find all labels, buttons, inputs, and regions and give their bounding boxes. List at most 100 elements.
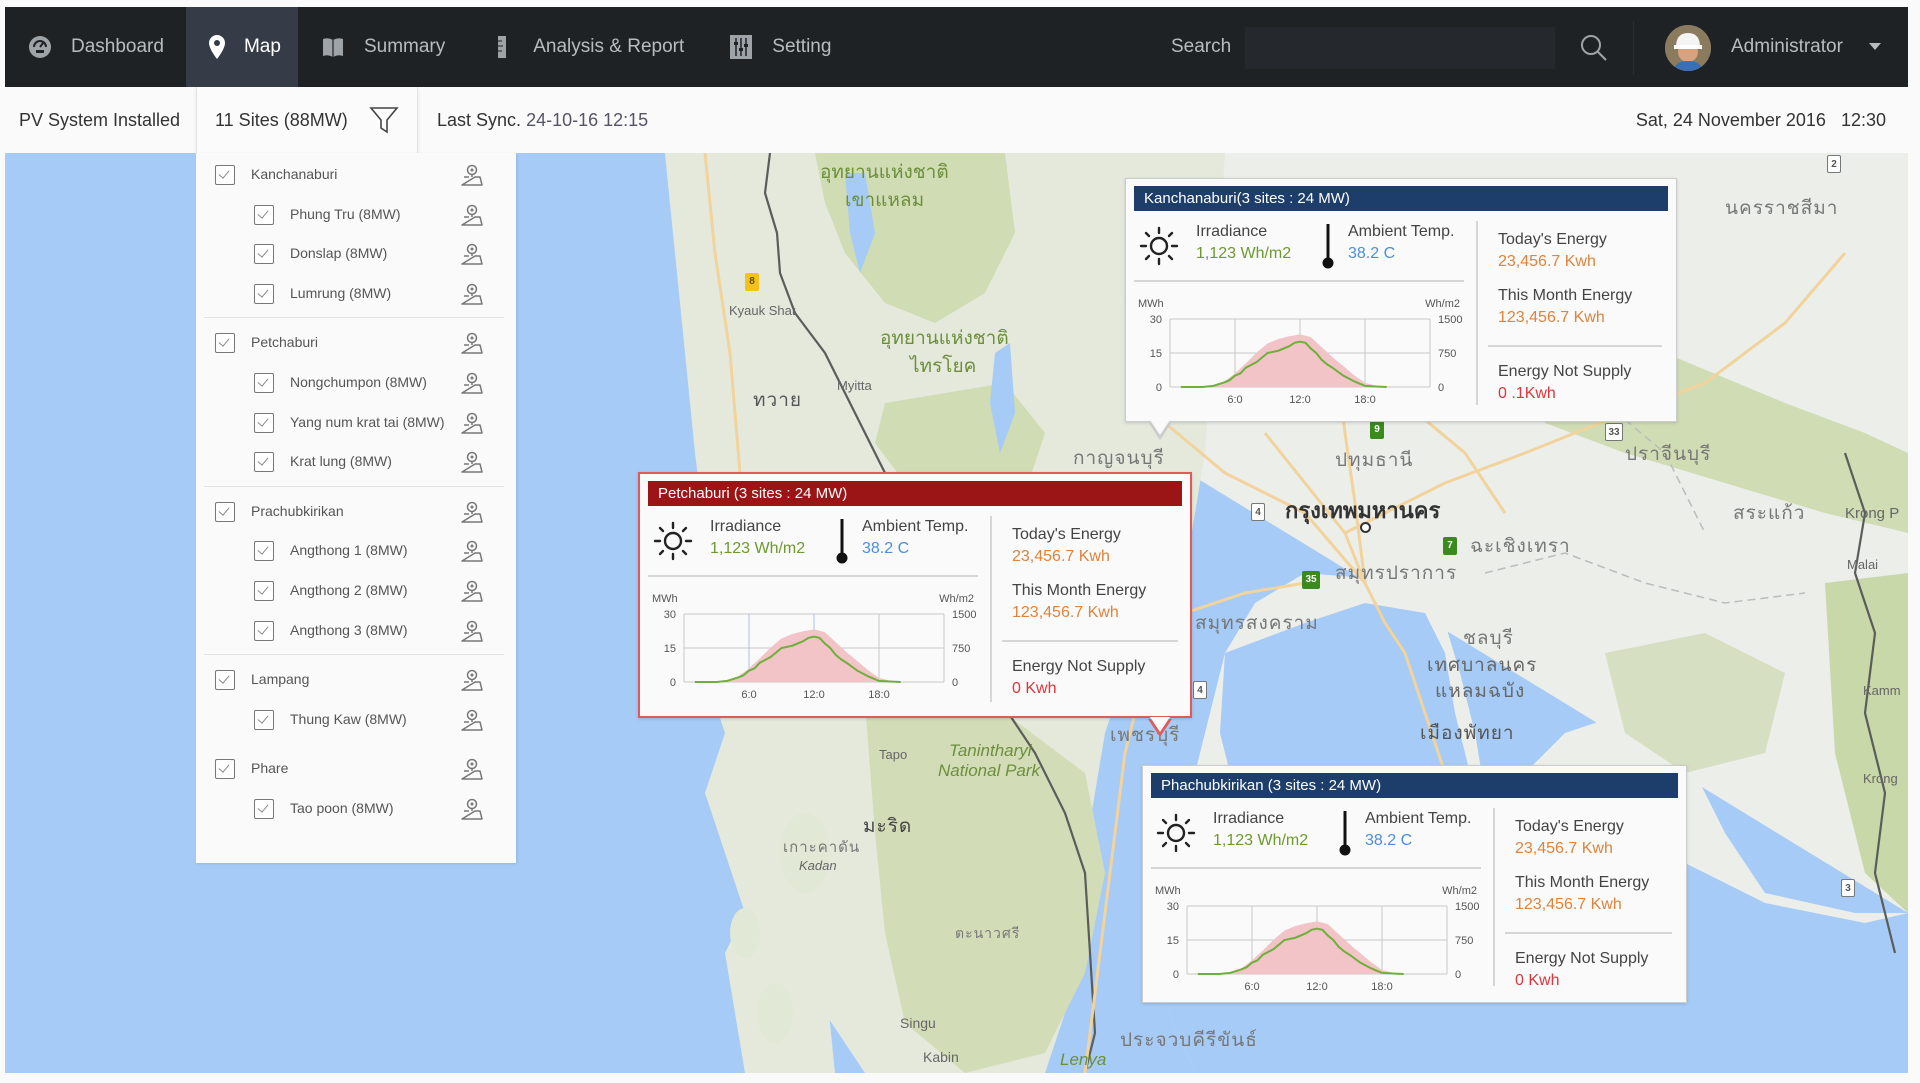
region-checkbox[interactable] [215,670,235,691]
sites-dropdown[interactable]: 11 Sites (88MW) [196,87,418,153]
x-tick-label: 18:0 [1354,394,1375,406]
sites-count: 11 Sites (88MW) [215,110,348,130]
region-row[interactable]: Lampang [196,660,516,700]
site-checkbox[interactable] [254,581,274,601]
map-locate-icon[interactable] [460,371,484,395]
road-shield: 33 [1605,423,1623,441]
month-energy-value: 123,456.7 Kwh [1515,896,1622,913]
map-locate-icon[interactable] [460,539,484,563]
nav-item-analysis-report[interactable]: Analysis & Report [467,7,706,87]
site-name: Yang num krat tai (8MW) [290,413,445,430]
divider [990,516,992,702]
map-label: ตะนาวศรี [955,925,1021,941]
current-date: Sat, 24 November 2016 [1635,110,1826,130]
site-checkbox[interactable] [254,373,274,393]
map-locate-icon[interactable] [460,579,484,603]
popup-kanchanaburi[interactable]: Kanchanaburi(3 sites : 24 MW) Irradiance… [1125,178,1677,440]
nav-label: Dashboard [71,36,164,57]
nav-item-dashboard[interactable]: Dashboard [5,7,186,87]
site-row[interactable]: Thung Kaw (8MW) [196,700,516,740]
site-row[interactable]: Yang num krat tai (8MW) [196,403,516,443]
map-pin-icon [208,34,226,60]
x-tick-label: 6:0 [1227,394,1242,406]
filter-icon[interactable] [369,106,399,134]
site-row[interactable]: Tao poon (8MW) [196,789,516,829]
map-locate-icon[interactable] [460,708,484,732]
divider [648,575,978,577]
region-row[interactable]: Prachubkirikan [196,492,516,532]
map-locate-icon[interactable] [460,242,484,266]
region-checkbox[interactable] [215,165,235,185]
sun-icon [653,521,693,561]
site-row[interactable]: Angthong 3 (8MW) [196,611,516,651]
nav-item-setting[interactable]: Setting [706,7,853,87]
nav-item-summary[interactable]: Summary [298,7,467,87]
divider [204,485,504,487]
region-row[interactable]: Phare [196,749,516,789]
region-checkbox[interactable] [215,759,235,780]
site-row[interactable]: Donslap (8MW) [196,234,516,274]
site-row[interactable]: Nongchumpon (8MW) [196,363,516,403]
popup-petchaburi[interactable]: Petchaburi (3 sites : 24 MW) Irradiance … [638,472,1192,737]
site-checkbox[interactable] [254,244,274,265]
map-label: Krong [1863,771,1898,786]
popup-pointer-fill [1150,717,1170,732]
map-locate-icon[interactable] [460,797,484,821]
caret-down-icon[interactable] [1869,43,1881,50]
map-label: Singu [900,1015,936,1031]
site-row[interactable]: Lumrung (8MW) [196,274,516,314]
user-name[interactable]: Administrator [1731,7,1843,87]
nav-item-map[interactable]: Map [185,7,298,87]
site-checkbox[interactable] [254,204,274,225]
map-locate-icon[interactable] [460,331,484,355]
site-checkbox[interactable] [254,620,274,641]
map-locate-icon[interactable] [460,668,484,692]
pv-system-label: PV System Installed [19,110,181,130]
site-checkbox[interactable] [254,412,274,433]
map-label: Lenya [1060,1050,1107,1069]
road-shield: 7 [1443,537,1457,555]
divider [1505,932,1672,934]
site-row[interactable]: Phung Tru (8MW) [196,195,516,235]
site-checkbox[interactable] [254,709,274,730]
site-checkbox[interactable] [254,452,274,473]
site-checkbox[interactable] [254,799,274,819]
map-locate-icon[interactable] [460,203,484,227]
region-row[interactable]: Kanchanaburi [196,155,516,195]
map-label: สมุทรสงคราม [1195,613,1319,634]
todays-energy-value: 23,456.7 Kwh [1498,253,1596,270]
search-input[interactable] [1245,27,1555,69]
popup-title: Phachubkirikan (3 sites : 24 MW) [1151,773,1678,798]
region-checkbox[interactable] [215,333,235,354]
map-locate-icon[interactable] [460,500,484,524]
map-label: Kamm [1863,683,1901,698]
avatar[interactable] [1665,25,1711,71]
site-list-panel: Kanchanaburi Phung Tru (8MW) Donslap (8MW)… [196,153,516,863]
site-name: Nongchumpon (8MW) [290,374,427,390]
map-locate-icon[interactable] [460,411,484,435]
y-tick-label: 15 [664,643,676,655]
map-locate-icon[interactable] [460,757,484,781]
region-row[interactable]: Petchaburi [196,323,516,363]
map-locate-icon[interactable] [460,450,484,474]
sliders-icon [728,34,754,60]
map-locate-icon[interactable] [460,163,484,187]
map-locate-icon[interactable] [460,619,484,643]
map-locate-icon[interactable] [460,282,484,306]
thermometer-icon [836,519,848,564]
region-checkbox[interactable] [215,501,235,522]
popup-phachubkirikan[interactable]: Phachubkirikan (3 sites : 24 MW) Irradia… [1142,765,1687,1003]
x-tick-label: 12:0 [1289,394,1310,406]
search-button[interactable] [1573,27,1615,69]
site-checkbox[interactable] [254,283,274,304]
x-tick-label: 6:0 [741,689,756,701]
irradiance-value: 1,123 Wh/m2 [1213,832,1309,849]
energy-not-supply-label: Energy Not Supply [1515,950,1649,967]
irradiance-value: 1,123 Wh/m2 [1196,245,1292,262]
site-row[interactable]: Angthong 2 (8MW) [196,571,516,611]
irradiance-label: Irradiance [710,518,782,535]
last-sync: Last Sync. 24-10-16 12:15 [437,87,648,153]
site-row[interactable]: Angthong 1 (8MW) [196,531,516,571]
site-checkbox[interactable] [254,541,274,562]
site-row[interactable]: Krat lung (8MW) [196,442,516,482]
